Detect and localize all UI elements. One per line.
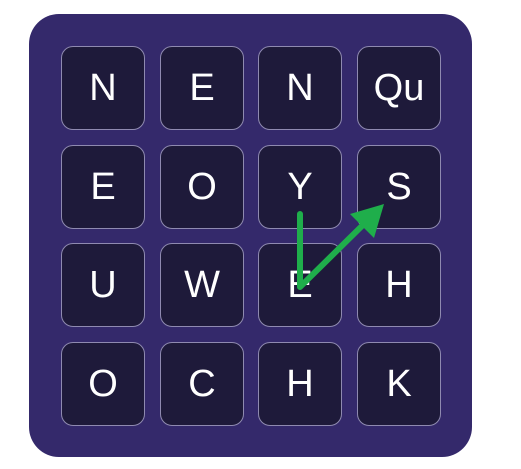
tile-r2-c3[interactable]: H <box>357 243 441 327</box>
tile-r2-c1[interactable]: W <box>160 243 244 327</box>
tile-r1-c1[interactable]: O <box>160 145 244 229</box>
tile-r3-c2[interactable]: H <box>258 342 342 426</box>
tile-r1-c3[interactable]: S <box>357 145 441 229</box>
tile-r0-c2[interactable]: N <box>258 46 342 130</box>
game-stage: N E N Qu E O Y S U W E H O C H K <box>0 0 521 469</box>
tile-r0-c1[interactable]: E <box>160 46 244 130</box>
tile-r2-c2[interactable]: E <box>258 243 342 327</box>
tile-r2-c0[interactable]: U <box>61 243 145 327</box>
tile-r1-c0[interactable]: E <box>61 145 145 229</box>
tile-r3-c1[interactable]: C <box>160 342 244 426</box>
letter-grid-board: N E N Qu E O Y S U W E H O C H K <box>29 14 472 457</box>
tile-r3-c0[interactable]: O <box>61 342 145 426</box>
tile-r3-c3[interactable]: K <box>357 342 441 426</box>
tile-r1-c2[interactable]: Y <box>258 145 342 229</box>
tile-r0-c0[interactable]: N <box>61 46 145 130</box>
tile-r0-c3[interactable]: Qu <box>357 46 441 130</box>
